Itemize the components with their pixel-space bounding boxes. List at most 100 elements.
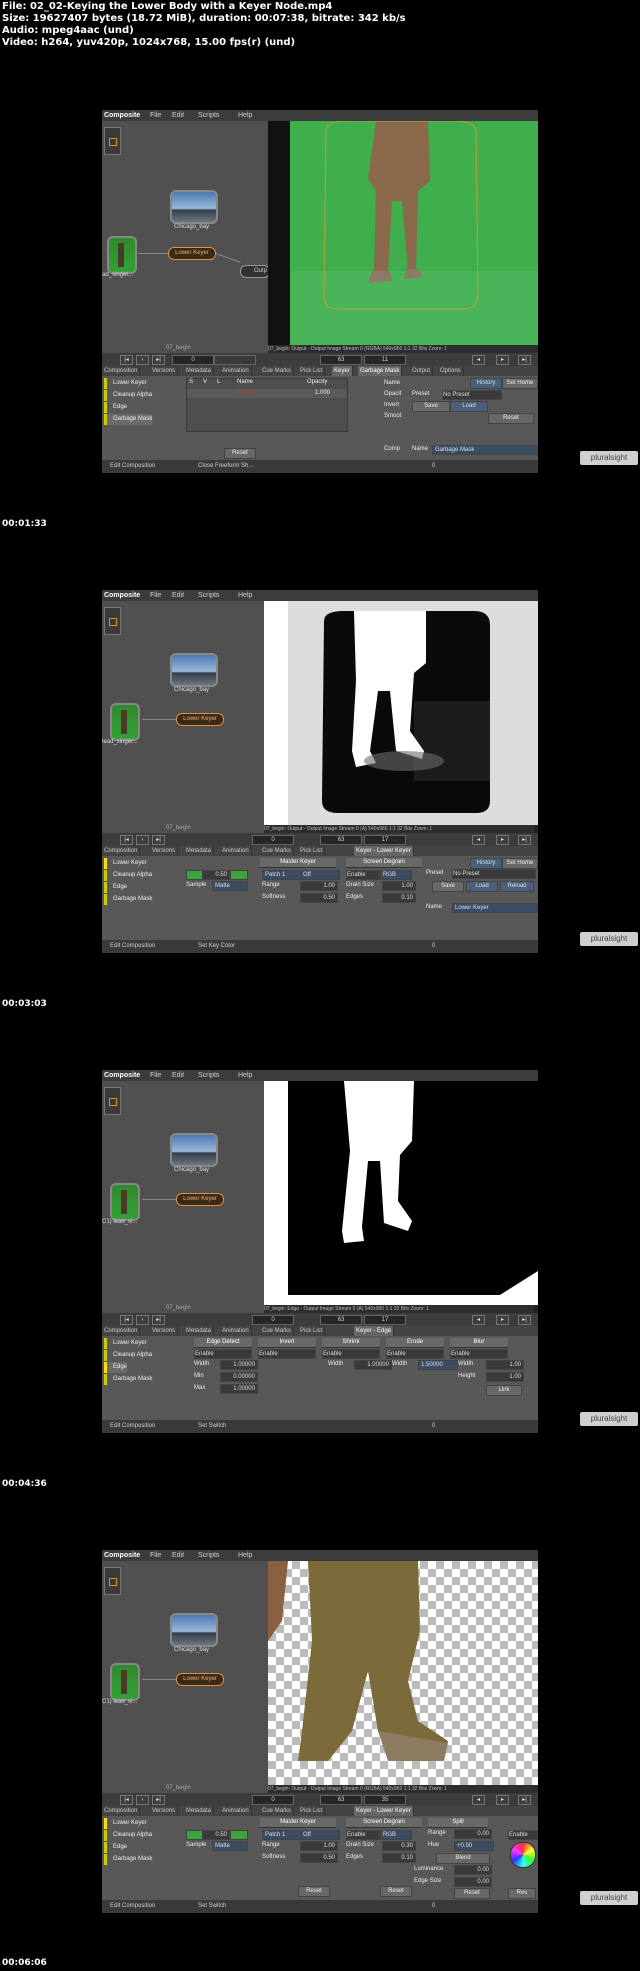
menu-file[interactable]: File	[150, 1550, 161, 1561]
current-frame-field[interactable]: 63	[320, 1315, 362, 1325]
list-item[interactable]: Edge	[104, 1362, 128, 1373]
spill-hue-field[interactable]: +0.50	[454, 1841, 494, 1851]
list-item[interactable]: Lower Keyer	[104, 1338, 147, 1349]
tab-metadata[interactable]: Metadata	[184, 846, 215, 856]
sd-reset-button[interactable]: Reset	[380, 1886, 412, 1897]
list-item[interactable]: Edge	[104, 402, 127, 413]
plate-node[interactable]	[110, 1663, 140, 1701]
end-frame-field[interactable]: 17	[364, 1315, 406, 1325]
blur-width-field[interactable]: 1.00	[486, 1360, 524, 1370]
list-item[interactable]: Cleanup Alpha	[104, 1350, 152, 1361]
patch-dropdown[interactable]: Patch 1	[262, 1830, 302, 1840]
right-reset-button[interactable]: Res	[508, 1888, 536, 1899]
degrain-enable[interactable]: Enable	[346, 1830, 380, 1840]
graph-toolbar[interactable]	[104, 1087, 121, 1115]
start-frame-field[interactable]: 0	[252, 835, 294, 845]
graph-toolbar[interactable]	[104, 127, 121, 155]
list-item[interactable]: Edge	[104, 882, 127, 893]
step-back-button[interactable]: ‹	[136, 835, 149, 845]
play-button[interactable]: ▸	[496, 1795, 509, 1805]
play-back-button[interactable]: ◂	[472, 355, 485, 365]
go-start-button[interactable]: |◂	[120, 355, 133, 365]
step-back-button[interactable]: ‹	[136, 1315, 149, 1325]
save-button[interactable]: Save	[412, 401, 450, 412]
list-item[interactable]: Garbage Mask	[104, 894, 152, 905]
reload-button[interactable]: Reload	[500, 881, 534, 892]
node-graph[interactable]: Chicago_bay ad_singer... Lower Keyer Out…	[102, 121, 270, 353]
patch-dropdown[interactable]: Patch 1	[262, 870, 302, 880]
viewer[interactable]: 07_begin: Output - Output Image Stream 0…	[268, 121, 538, 353]
menu-file[interactable]: File	[150, 1070, 161, 1081]
tab-metadata[interactable]: Metadata	[184, 366, 215, 376]
play-end-button[interactable]: ▸|	[518, 835, 531, 845]
table-row[interactable]: Bezier 1.000	[187, 389, 347, 398]
tab-options[interactable]: Options	[438, 366, 464, 376]
list-item[interactable]: Lower Keyer	[104, 858, 147, 869]
tab-composition[interactable]: Composition	[102, 846, 141, 856]
grain-size-field[interactable]: 1.00	[382, 881, 416, 891]
graph-toolbar[interactable]	[104, 607, 121, 635]
tab-pick-list[interactable]: Pick List	[298, 366, 326, 376]
degrain-enable[interactable]: Enable	[346, 870, 380, 880]
blur-link-button[interactable]: Link	[486, 1385, 522, 1396]
range-field[interactable]: 1.00	[300, 881, 338, 891]
node-graph[interactable]: Chicago_bay C1) lead_si... Lower Keyer 0…	[102, 1081, 264, 1313]
mk-reset-button[interactable]: Reset	[298, 1886, 330, 1897]
set-home-button[interactable]: Set Home	[502, 858, 538, 869]
shrink-width-field[interactable]: 1.00000	[354, 1360, 392, 1370]
screen-degrain-header[interactable]: Screen Degrain	[346, 1818, 422, 1828]
go-end-button[interactable]: ▸|	[152, 835, 165, 845]
play-back-button[interactable]: ◂	[472, 1315, 485, 1325]
menu-file[interactable]: File	[150, 110, 161, 121]
play-button[interactable]: ▸	[496, 1315, 509, 1325]
blur-height-field[interactable]: 1.00	[486, 1372, 524, 1382]
preset-field[interactable]: No Preset	[452, 869, 536, 879]
go-end-button[interactable]: ▸|	[152, 1795, 165, 1805]
list-item[interactable]: Garbage Mask	[104, 414, 153, 425]
tab-versions[interactable]: Versions	[150, 366, 179, 376]
load-button[interactable]: Load	[466, 881, 498, 892]
timeline[interactable]: |◂ ‹ ▸| 0 63 17 ◂ ▸ ▸|	[102, 1313, 538, 1326]
current-frame-field[interactable]: 63	[320, 355, 362, 365]
edit-composition-label[interactable]: Edit Composition	[110, 1420, 155, 1433]
history-button[interactable]: History	[470, 378, 502, 389]
list-item[interactable]: Cleanup Alpha	[104, 390, 152, 401]
shrink-header[interactable]: Shrink	[322, 1338, 380, 1348]
blur-header[interactable]: Blur	[450, 1338, 508, 1348]
end-frame-field[interactable]: 35	[364, 1795, 406, 1805]
edit-composition-label[interactable]: Edit Composition	[110, 1900, 155, 1913]
edit-composition-label[interactable]: Edit Composition	[110, 460, 155, 473]
edge-detect-header[interactable]: Edge Detect	[194, 1338, 252, 1348]
menu-composite[interactable]: Composite	[104, 1550, 140, 1561]
spill-blend-button[interactable]: Blend	[436, 1853, 490, 1864]
node-graph[interactable]: Chicago_bay C1) lead_si... Lower Keyer 0…	[102, 1561, 268, 1793]
end-frame-field[interactable]: 17	[364, 835, 406, 845]
tab-pick-list[interactable]: Pick List	[298, 1806, 326, 1816]
go-start-button[interactable]: |◂	[120, 835, 133, 845]
start-frame-field[interactable]: 0	[252, 1795, 294, 1805]
output-node[interactable]: Outp	[240, 265, 270, 278]
plate-node[interactable]	[110, 1183, 140, 1221]
lower-keyer-node[interactable]: Lower Keyer	[168, 247, 216, 260]
play-end-button[interactable]: ▸|	[518, 1795, 531, 1805]
menu-help[interactable]: Help	[238, 110, 252, 121]
tab-versions[interactable]: Versions	[150, 1326, 179, 1336]
go-end-button[interactable]: ▸|	[152, 1315, 165, 1325]
tab-versions[interactable]: Versions	[150, 846, 179, 856]
reset-right-button[interactable]: Reset	[488, 413, 534, 424]
shrink-enable[interactable]: Enable	[322, 1349, 380, 1359]
list-item[interactable]: Edge	[104, 1842, 127, 1853]
play-back-button[interactable]: ◂	[472, 835, 485, 845]
mk-value-field[interactable]: 0.50	[202, 870, 230, 880]
right-enable[interactable]: Enable	[508, 1830, 538, 1840]
edges-field[interactable]: 0.10	[382, 893, 416, 903]
tab-keyer-edge[interactable]: Keyer - Edge	[354, 1326, 395, 1336]
tab-composition[interactable]: Composition	[102, 366, 141, 376]
tab-keyer[interactable]: Keyer	[332, 366, 353, 376]
softness-field[interactable]: 0.50	[300, 893, 338, 903]
list-item[interactable]: Lower Keyer	[104, 378, 147, 389]
tab-keyer-lower[interactable]: Keyer - Lower Keyer	[354, 846, 414, 856]
list-item[interactable]: Garbage Mask	[104, 1854, 152, 1865]
tab-metadata[interactable]: Metadata	[184, 1326, 215, 1336]
list-item[interactable]: Cleanup Alpha	[104, 870, 152, 881]
